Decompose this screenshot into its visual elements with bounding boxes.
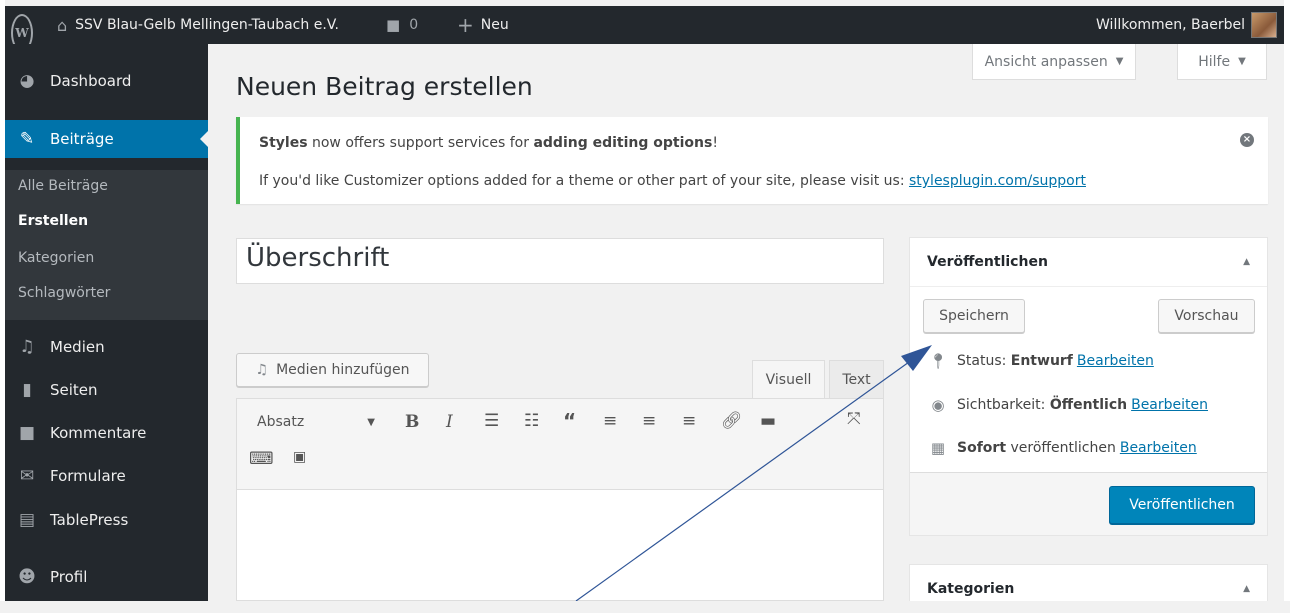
annotation-arrow-head xyxy=(901,345,932,371)
annotation-arrow xyxy=(575,345,932,601)
annotation-arrow-line xyxy=(575,356,917,601)
